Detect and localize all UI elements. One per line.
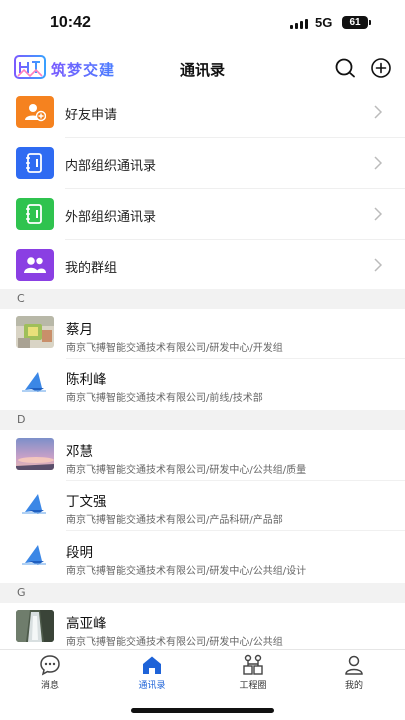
tab-label: 我的	[344, 681, 363, 691]
menu-internal-directory[interactable]: 内部组织通讯录	[0, 138, 405, 189]
contact-row[interactable]: 陈利峰 南京飞搏智能交通技术有限公司/前线/技术部	[0, 359, 405, 409]
tab-profile[interactable]: 我的	[319, 654, 389, 691]
section-header-g: G	[0, 583, 405, 603]
tab-project-circle[interactable]: 工程圈	[218, 654, 288, 691]
contacts-page: 10:42 5G 61 筑梦交建 通讯录 好友申请 内部组织通讯录 外部组织通讯…	[0, 0, 405, 720]
menu-label: 外部组织通讯录	[65, 210, 157, 225]
app-header: 筑梦交建 通讯录	[0, 46, 405, 90]
contact-row[interactable]: 邓慧 南京飞搏智能交通技术有限公司/研发中心/公共组/质量	[0, 431, 405, 481]
menu-my-groups[interactable]: 我的群组	[0, 240, 405, 291]
brand-name: 筑梦交建	[51, 61, 116, 79]
status-time: 10:42	[50, 14, 91, 31]
contact-org: 南京飞搏智能交通技术有限公司/前线/技术部	[66, 393, 263, 404]
contact-row[interactable]: 段明 南京飞搏智能交通技术有限公司/研发中心/公共组/设计	[0, 532, 405, 582]
home-indicator	[131, 708, 274, 713]
avatar	[16, 539, 54, 571]
section-letter: C	[17, 292, 25, 305]
chevron-right-icon	[374, 156, 383, 170]
menu-external-directory[interactable]: 外部组织通讯录	[0, 189, 405, 240]
tab-messages[interactable]: 消息	[15, 654, 85, 691]
contact-name: 蔡月	[66, 322, 93, 338]
avatar	[16, 438, 54, 470]
contact-name: 邓慧	[66, 444, 93, 460]
contacts-menu: 好友申请 内部组织通讯录 外部组织通讯录 我的群组	[0, 87, 405, 291]
chevron-right-icon	[374, 258, 383, 272]
contact-row[interactable]: 高亚峰 南京飞搏智能交通技术有限公司/研发中心/公共组	[0, 603, 405, 653]
person-add-icon	[16, 96, 54, 128]
add-icon[interactable]	[369, 56, 393, 80]
address-book-icon	[16, 147, 54, 179]
contact-name: 丁文强	[66, 494, 107, 510]
tab-label: 通讯录	[138, 681, 166, 691]
contact-org: 南京飞搏智能交通技术有限公司/研发中心/公共组/质量	[66, 465, 307, 476]
avatar	[16, 488, 54, 520]
section-letter: D	[17, 413, 26, 426]
avatar	[16, 316, 54, 348]
contact-row[interactable]: 蔡月 南京飞搏智能交通技术有限公司/研发中心/开发组	[0, 309, 405, 359]
contact-name: 高亚峰	[66, 616, 107, 632]
avatar	[16, 610, 54, 642]
home-icon	[143, 656, 161, 674]
project-circle-icon	[243, 654, 263, 675]
group-icon	[16, 249, 54, 281]
message-icon	[40, 655, 60, 676]
contact-org: 南京飞搏智能交通技术有限公司/研发中心/公共组	[66, 637, 283, 648]
battery-icon: 61	[342, 16, 371, 29]
avatar	[16, 366, 54, 398]
contact-name: 陈利峰	[66, 372, 107, 388]
menu-label: 我的群组	[65, 261, 118, 276]
contact-org: 南京飞搏智能交通技术有限公司/研发中心/公共组/设计	[66, 566, 307, 577]
menu-label: 好友申请	[65, 108, 118, 123]
contact-org: 南京飞搏智能交通技术有限公司/产品科研/产品部	[66, 515, 283, 526]
status-bar: 10:42 5G 61	[0, 0, 405, 46]
tab-label: 工程圈	[239, 681, 267, 691]
contact-row[interactable]: 丁文强 南京飞搏智能交通技术有限公司/产品科研/产品部	[0, 481, 405, 531]
chevron-right-icon	[374, 207, 383, 221]
divider	[66, 530, 405, 531]
menu-friend-requests[interactable]: 好友申请	[0, 87, 405, 138]
chevron-right-icon	[374, 105, 383, 119]
section-letter: G	[17, 586, 26, 599]
tab-contacts[interactable]: 通讯录	[117, 654, 187, 691]
app-logo-icon	[14, 55, 46, 79]
section-header-d: D	[0, 410, 405, 430]
menu-label: 内部组织通讯录	[65, 159, 157, 174]
section-header-c: C	[0, 289, 405, 309]
search-icon[interactable]	[333, 56, 357, 80]
contact-org: 南京飞搏智能交通技术有限公司/研发中心/开发组	[66, 343, 283, 354]
signal-icon	[290, 18, 308, 29]
tab-label: 消息	[40, 681, 59, 691]
contact-name: 段明	[66, 545, 93, 561]
profile-icon	[345, 655, 363, 675]
address-book-icon	[16, 198, 54, 230]
network-type: 5G	[315, 15, 333, 30]
